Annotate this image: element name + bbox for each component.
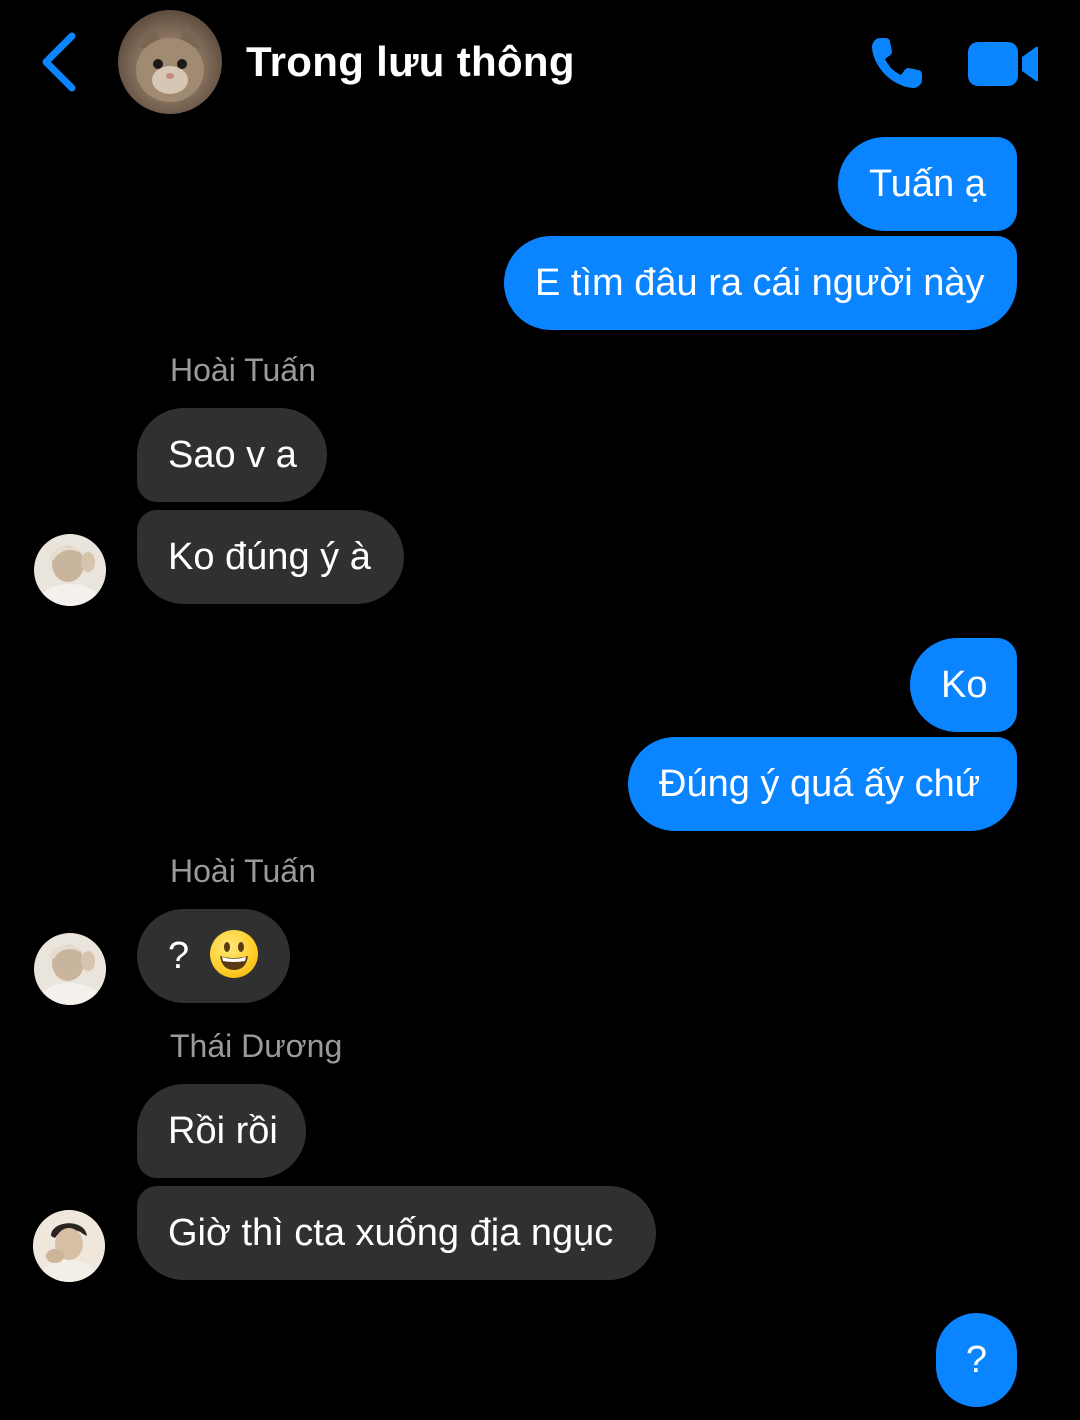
message-bubble-incoming[interactable]: Rồi rồi (137, 1084, 306, 1178)
message-bubble-outgoing[interactable]: Tuấn ạ (838, 137, 1017, 231)
message-bubble-outgoing[interactable]: Ko (910, 638, 1017, 732)
message-bubble-incoming[interactable]: Giờ thì cta xuống địa ngục (137, 1186, 656, 1280)
sender-name: Thái Dương (170, 1028, 343, 1064)
message-bubble-outgoing[interactable]: E tìm đâu ra cái người này (504, 236, 1017, 330)
sender-name: Hoài Tuấn (170, 853, 316, 889)
phone-icon[interactable] (868, 34, 926, 92)
message-bubble-outgoing[interactable]: Đúng ý quá ấy chứ (628, 737, 1017, 831)
message-text: Đúng ý quá ấy chứ (659, 763, 981, 805)
message-text: ? (965, 1339, 988, 1381)
chat-header: Trong lưu thông (0, 0, 1080, 130)
message-text: Giờ thì cta xuống địa ngục (168, 1212, 614, 1254)
message-text: Ko (941, 664, 988, 706)
message-bubble-incoming[interactable]: Sao v a (137, 408, 327, 502)
conversation-title[interactable]: Trong lưu thông (246, 38, 575, 86)
chevron-left-icon[interactable] (36, 30, 86, 94)
avatar[interactable] (34, 933, 106, 1005)
sender-name: Hoài Tuấn (170, 352, 316, 388)
message-bubble-outgoing[interactable]: ? (936, 1313, 1017, 1407)
kitten-photo (136, 24, 204, 102)
avatar-photo (34, 933, 106, 1005)
group-avatar[interactable] (118, 10, 222, 114)
avatar[interactable] (34, 534, 106, 606)
message-text: E tìm đâu ra cái người này (535, 262, 985, 304)
message-text: Ko đúng ý à (168, 536, 371, 578)
avatar[interactable] (33, 1210, 105, 1282)
avatar-photo (34, 534, 106, 606)
message-text: Sao v a (168, 434, 297, 476)
message-bubble-incoming[interactable]: ? (137, 909, 290, 1003)
video-camera-icon[interactable] (966, 40, 1040, 88)
message-text: Tuấn ạ (869, 163, 986, 205)
avatar-photo (33, 1210, 105, 1282)
message-text: ? (168, 935, 190, 977)
message-bubble-incoming[interactable]: Ko đúng ý à (137, 510, 404, 604)
message-text: Rồi rồi (168, 1110, 278, 1152)
grinning-face-emoji (209, 929, 258, 978)
